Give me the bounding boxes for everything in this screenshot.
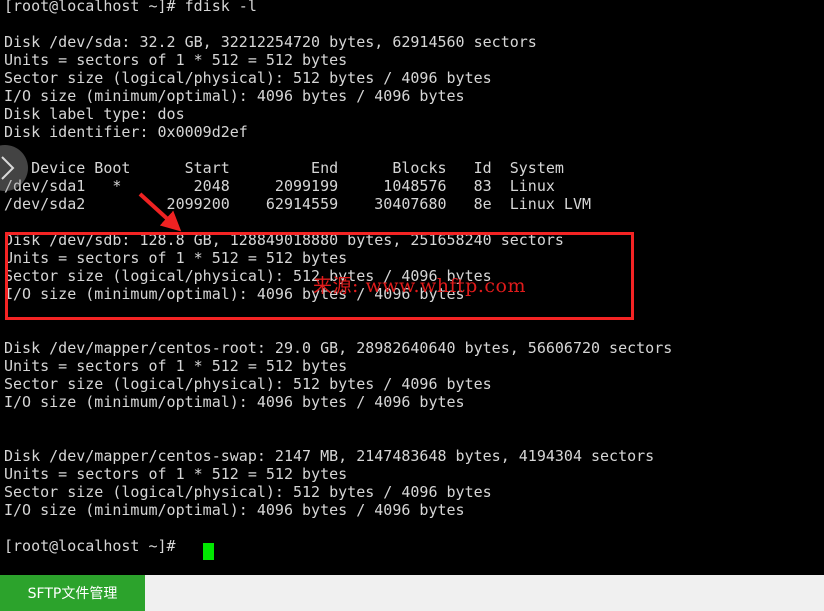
terminal-line: Disk /dev/sdb: 128.8 GB, 128849018880 by…	[4, 231, 564, 249]
terminal-line: Disk label type: dos	[4, 105, 185, 123]
terminal-line: /dev/sda2 2099200 62914559 30407680 8e L…	[4, 195, 591, 213]
terminal-line: [root@localhost ~]#	[4, 537, 176, 555]
tab-bar-empty-area	[145, 575, 824, 611]
terminal-line: Sector size (logical/physical): 512 byte…	[4, 483, 492, 501]
terminal-line: I/O size (minimum/optimal): 4096 bytes /…	[4, 501, 465, 519]
terminal-line: Units = sectors of 1 * 512 = 512 bytes	[4, 357, 348, 375]
terminal-line: /dev/sda1 * 2048 2099199 1048576 83 Linu…	[4, 177, 555, 195]
terminal-line: Disk /dev/mapper/centos-swap: 2147 MB, 2…	[4, 447, 655, 465]
terminal-line: Units = sectors of 1 * 512 = 512 bytes	[4, 51, 348, 69]
terminal-line: I/O size (minimum/optimal): 4096 bytes /…	[4, 87, 465, 105]
terminal-line: Units = sectors of 1 * 512 = 512 bytes	[4, 249, 348, 267]
terminal-output-pane[interactable]: [root@localhost ~]# fdisk -l Disk /dev/sd…	[0, 0, 824, 575]
tab-sftp-label: SFTP文件管理	[27, 586, 118, 602]
terminal-line: Sector size (logical/physical): 512 byte…	[4, 375, 492, 393]
terminal-line: Disk identifier: 0x0009d2ef	[4, 123, 248, 141]
terminal-line: Disk /dev/mapper/centos-root: 29.0 GB, 2…	[4, 339, 673, 357]
terminal-line: Disk /dev/sda: 32.2 GB, 32212254720 byte…	[4, 33, 537, 51]
terminal-line: I/O size (minimum/optimal): 4096 bytes /…	[4, 285, 465, 303]
terminal-cursor	[203, 543, 214, 560]
terminal-line: I/O size (minimum/optimal): 4096 bytes /…	[4, 393, 465, 411]
terminal-line: [root@localhost ~]# fdisk -l	[4, 0, 257, 15]
chevron-right-icon	[1, 156, 15, 180]
terminal-line: Sector size (logical/physical): 512 byte…	[4, 267, 492, 285]
terminal-line: Units = sectors of 1 * 512 = 512 bytes	[4, 465, 348, 483]
tab-sftp-file-manager[interactable]: SFTP文件管理	[0, 575, 145, 611]
remote-terminal-window: [root@localhost ~]# fdisk -l Disk /dev/sd…	[0, 0, 824, 611]
bottom-tab-bar: SFTP文件管理	[0, 575, 824, 611]
terminal-line: Sector size (logical/physical): 512 byte…	[4, 69, 492, 87]
terminal-lines: [root@localhost ~]# fdisk -l Disk /dev/sd…	[4, 0, 820, 555]
terminal-line: Device Boot Start End Blocks Id System	[4, 159, 564, 177]
